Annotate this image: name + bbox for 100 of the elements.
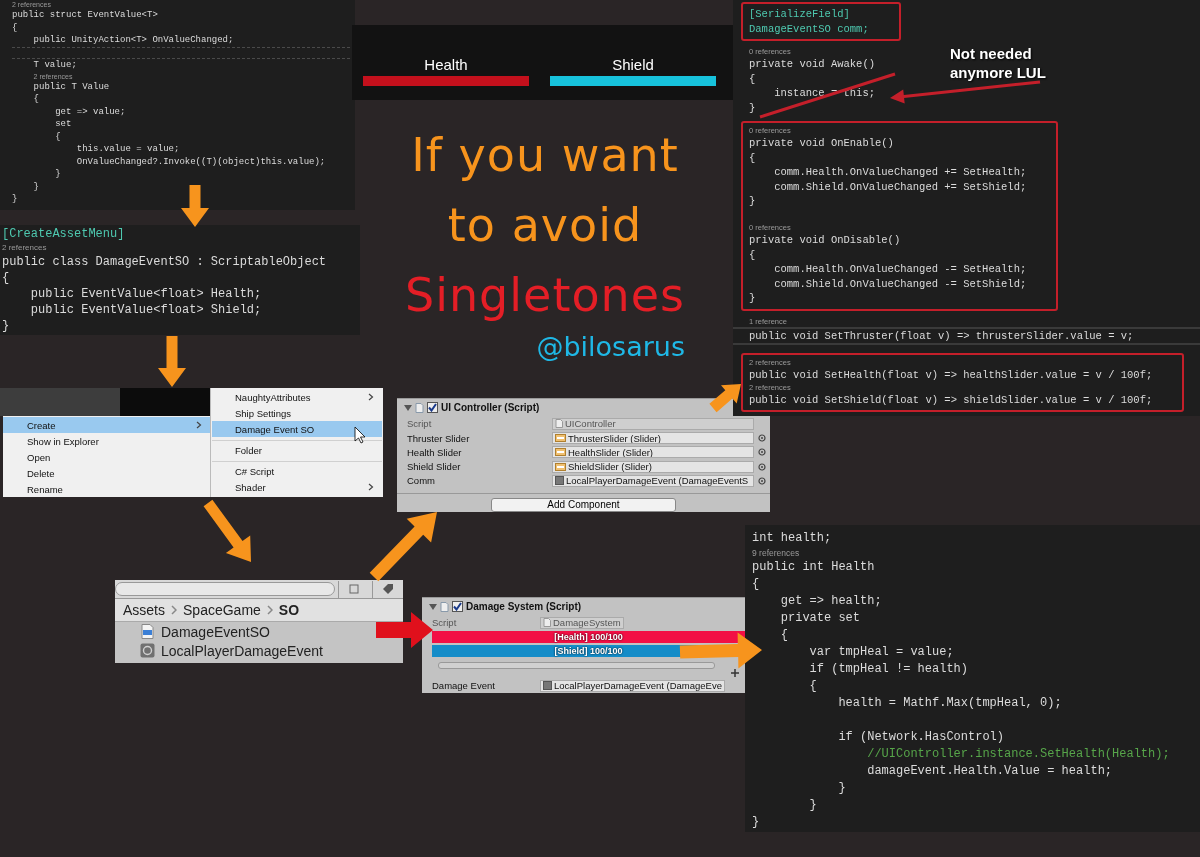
code-line: { [752,576,760,593]
bar-label: Health [424,56,468,75]
code-comment: //UIController.instance.SetHealth(Health); [867,746,1170,763]
menu-item[interactable]: Rename [3,481,210,497]
code-line: } [752,814,760,831]
breadcrumb-item[interactable]: SO [278,602,300,618]
chevron-icon [368,393,374,401]
code-line: public EventValue<float> Health; [30,286,262,302]
bar-label: [Health] 100/100 [553,631,624,644]
code-line: public void SetShield(float v) => shieldSlider.value = v / 100f; [749,392,1153,407]
code-line: public UnityAction<T> OnValueChanged; [33,34,234,47]
code-line: public void SetHealth(float v) => healthSlider.value = v / 100f; [749,368,1153,383]
object-field[interactable]: ShieldSlider (Slider) [552,460,754,473]
object-field[interactable]: HealthSlider (Slider) [552,446,754,459]
arrow [203,499,251,562]
code-line: get => value; [55,105,126,118]
reference-count: 9 references [752,547,800,559]
script-file-icon [543,618,551,628]
code-line: { [809,678,817,695]
arrow [709,384,741,413]
field-label: Script [432,617,458,629]
code-line: int health; [752,530,832,547]
asset-name[interactable]: DamageEventSO [161,623,270,640]
title-text: to avoid [447,197,643,254]
add-component-button[interactable]: Add Component [491,498,676,512]
arrow [158,336,186,387]
code-line: health = Mathf.Max(tmpHeal, 0); [838,695,1062,712]
field-label: Damage Event [432,680,496,692]
component-title: Damage System (Script) [466,601,582,613]
menu-item[interactable]: Ship Settings [212,405,382,421]
field-label: Thruster Slider [407,432,471,444]
menu-item[interactable]: NaughtyAttributes [212,389,382,405]
menu-item[interactable]: Delete [3,465,210,481]
menu-item[interactable]: C# Script [212,461,382,479]
asset-icon [555,476,564,486]
author-handle: @bilosarus [536,330,685,364]
breadcrumb-item[interactable]: Assets [123,602,165,618]
cursor-icon [354,426,366,444]
code-line: [SerializeField] [749,7,850,22]
code-line: DamageEventSO comm; [749,21,869,36]
code-line: } [12,193,18,206]
object-field[interactable]: LocalPlayerDamageEvent (DamageEve [540,679,725,692]
chevron-icon [266,605,273,615]
code-line: } [33,180,39,193]
code-line: comm.Health.OnValueChanged -= SetHealth; [774,262,1027,277]
field-label: Health Slider [407,446,463,458]
code-line: } [809,797,817,814]
title-text: Singletones [405,267,685,324]
slider-icon [555,448,566,457]
script-file-icon [415,402,424,413]
expand-triangle-icon [404,403,412,412]
asset-name[interactable]: LocalPlayerDamageEvent [161,642,323,659]
enabled-checkbox[interactable] [427,402,438,414]
breadcrumb-item[interactable]: SpaceGame [183,602,261,618]
code-line: { [2,270,10,286]
menu-item[interactable]: Damage Event SO [212,421,382,437]
code-line: if (Network.HasControl) [838,729,1005,746]
chevron-icon [368,483,374,491]
slider-icon [555,434,566,443]
code-line: get => health; [780,593,882,610]
field-label: Shield Slider [407,461,462,473]
menu-item[interactable]: Open [3,449,210,465]
code-line: T value; [33,59,77,72]
code-line: this.value = value; [76,143,180,156]
code-line: var tmpHeal = value; [809,644,954,661]
code-line: { [33,93,39,106]
script-file-icon [555,419,563,429]
object-field[interactable]: LocalPlayerDamageEvent (DamageEventS [552,474,754,487]
enabled-checkbox[interactable] [452,601,463,613]
arrow [376,612,433,648]
code-line: { [12,21,18,34]
menu-item[interactable]: Create [3,417,210,433]
object-field[interactable]: ThrusterSlider (Slider) [552,432,754,445]
checkmark-icon [428,403,437,413]
code-line: { [749,247,756,262]
code-line: public struct EventValue<T> [12,9,158,22]
asset-icon [543,681,552,691]
code-line: public int Health [752,559,875,576]
code-line: comm.Health.OnValueChanged += SetHealth; [774,165,1027,180]
menu-item[interactable]: Show in Explorer [3,433,210,449]
code-line: comm.Shield.OnValueChanged += SetShield; [774,179,1027,194]
code-line: private void Awake() [749,57,876,72]
script-file-icon [140,624,155,639]
slider-icon [555,462,566,471]
chevron-icon [171,605,177,615]
code-line: damageEvent.Health.Value = health; [867,763,1113,780]
square-icon [349,584,360,594]
code-line: public T Value [33,80,110,93]
code-line: comm.Shield.OnValueChanged -= SetShield; [774,276,1027,291]
component-title: UI Controller (Script) [441,402,540,414]
reference-count: 2 references [2,242,47,254]
code-line: private void OnDisable() [749,233,901,248]
menu-item[interactable]: Shader [212,479,382,495]
code-line: private void OnEnable() [749,136,894,151]
code-line: } [838,780,846,797]
search-field[interactable] [115,582,336,596]
code-line: { [749,71,756,86]
arrow [369,512,437,582]
code-line: } [749,100,756,115]
arrow [181,185,209,227]
